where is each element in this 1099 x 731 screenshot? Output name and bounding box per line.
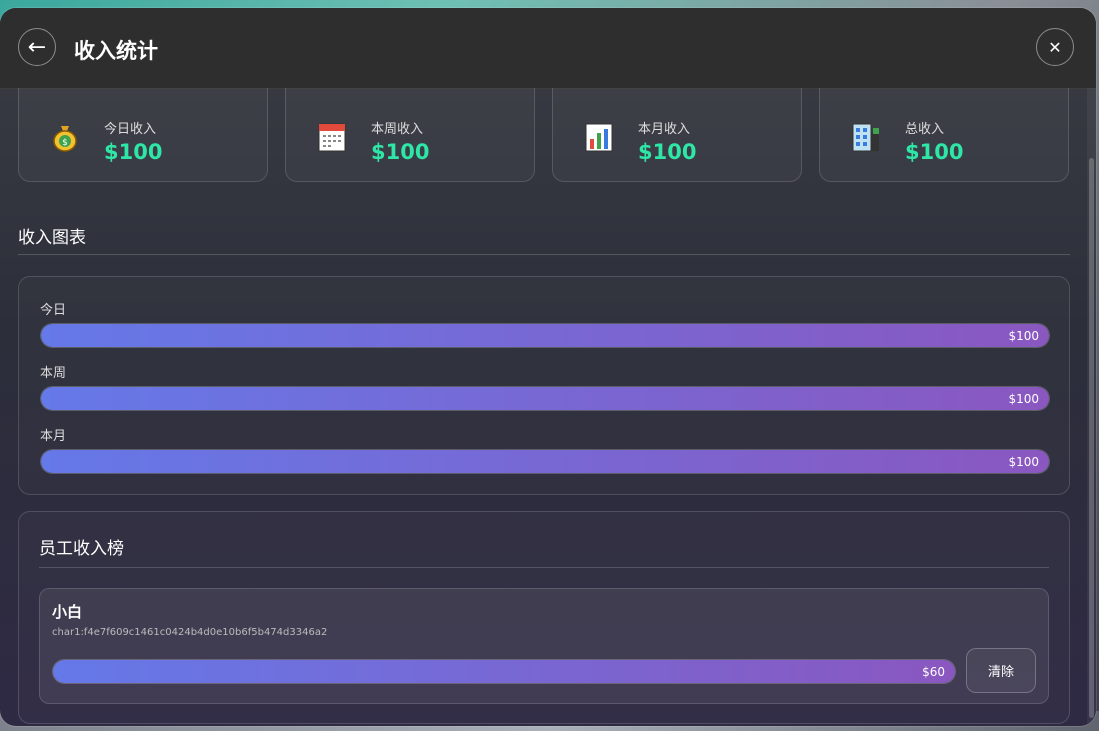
stat-value: $100 [104, 140, 163, 164]
stat-value: $100 [371, 140, 430, 164]
stat-label: 总收入 [905, 122, 945, 137]
stat-card-total: 总收入 $100 [819, 88, 1069, 182]
bar-value: $100 [1008, 329, 1039, 343]
money-bag-icon: $ [53, 126, 77, 152]
stat-card-week: 本周收入 $100 [285, 88, 535, 182]
close-icon: ✕ [1048, 37, 1062, 57]
employee-ranking: 员工收入榜 小白 char1:f4e7f609c1461c0424b4d0e10… [18, 511, 1070, 724]
bar-fill: $100 [41, 324, 1049, 347]
stat-value: $100 [638, 140, 697, 164]
scroll-thumb[interactable] [1089, 158, 1094, 718]
stat-value: $100 [905, 140, 964, 164]
stat-label: 本周收入 [371, 122, 424, 137]
income-stats-modal: ← 收入统计 ✕ $ 今日收入 $100 本周收入 $100 本月收入 $100… [0, 8, 1096, 726]
bar-fill: $60 [53, 660, 955, 683]
bar-track-week: $100 [40, 386, 1050, 411]
chart-section-title: 收入图表 [18, 228, 86, 248]
close-button[interactable]: ✕ [1036, 28, 1074, 66]
page-title: 收入统计 [74, 39, 158, 63]
employee-item: 小白 char1:f4e7f609c1461c0424b4d0e10b6f5b4… [39, 588, 1049, 704]
stat-card-month: 本月收入 $100 [552, 88, 802, 182]
income-chart: 今日 $100 本周 $100 本月 $100 [18, 276, 1070, 495]
building-icon [852, 123, 879, 152]
bar-label-month: 本月 [40, 429, 67, 444]
modal-content: $ 今日收入 $100 本周收入 $100 本月收入 $100 总收入 $100… [0, 88, 1087, 726]
bar-value: $100 [1008, 392, 1039, 406]
employee-income-bar: $60 [52, 659, 956, 684]
back-arrow-icon: ← [27, 34, 47, 60]
employee-ranking-title: 员工收入榜 [39, 539, 124, 559]
employee-id: char1:f4e7f609c1461c0424b4d0e10b6f5b474d… [52, 627, 328, 638]
clear-button[interactable]: 清除 [966, 648, 1036, 693]
bar-fill: $100 [41, 450, 1049, 473]
stat-card-today: $ 今日收入 $100 [18, 88, 268, 182]
employee-name: 小白 [52, 603, 83, 621]
calendar-icon [318, 123, 346, 152]
svg-text:$: $ [62, 138, 68, 148]
bar-value: $60 [922, 665, 945, 679]
bar-chart-icon [585, 123, 613, 152]
bar-label-week: 本周 [40, 366, 67, 381]
scrollbar[interactable] [1087, 88, 1096, 726]
bar-track-today: $100 [40, 323, 1050, 348]
back-button[interactable]: ← [18, 28, 56, 66]
bar-track-month: $100 [40, 449, 1050, 474]
bar-label-today: 今日 [40, 303, 67, 318]
stat-label: 今日收入 [104, 122, 157, 137]
stat-label: 本月收入 [638, 122, 691, 137]
bar-value: $100 [1008, 455, 1039, 469]
bar-fill: $100 [41, 387, 1049, 410]
divider [39, 567, 1049, 568]
modal-header: ← 收入统计 ✕ [0, 8, 1096, 89]
stat-cards: $ 今日收入 $100 本周收入 $100 本月收入 $100 总收入 $100 [18, 88, 1070, 191]
divider [18, 254, 1070, 255]
